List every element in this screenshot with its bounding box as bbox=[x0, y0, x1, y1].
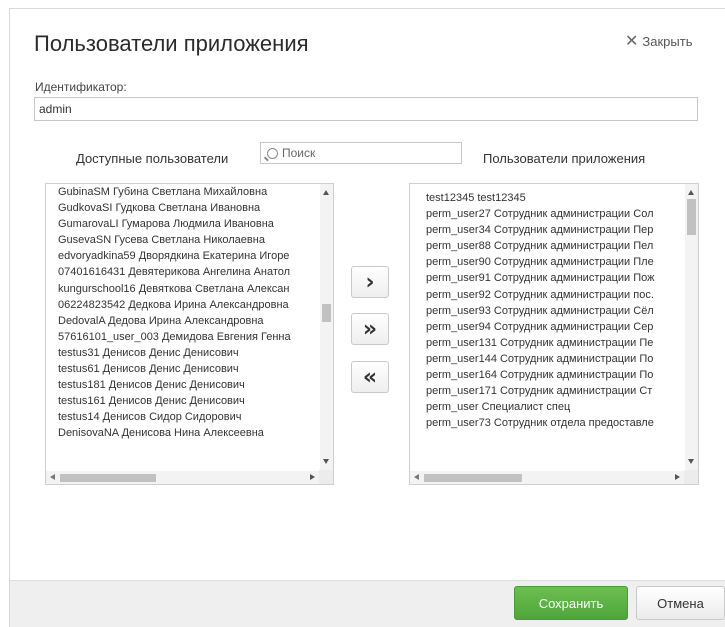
list-item[interactable]: test12345 test12345 bbox=[426, 190, 684, 206]
list-item[interactable]: perm_user90 Сотрудник администрации Пле bbox=[426, 254, 684, 270]
list-item[interactable]: testus181 Денисов Денис Денисович bbox=[58, 377, 319, 393]
remove-all-button[interactable]: « bbox=[351, 361, 389, 393]
available-users-items: GubinaSM Губина Светлана Михайловна Gudk… bbox=[58, 184, 319, 470]
scroll-up-icon[interactable] bbox=[688, 190, 694, 195]
add-selected-button[interactable]: › bbox=[351, 266, 389, 298]
available-users-heading: Доступные пользователи bbox=[76, 151, 229, 166]
scroll-down-icon[interactable] bbox=[323, 459, 329, 464]
scroll-thumb[interactable] bbox=[424, 474, 522, 482]
list-item[interactable]: perm_user171 Сотрудник администрации Ст bbox=[426, 383, 684, 399]
scroll-corner bbox=[684, 470, 698, 484]
list-item[interactable]: perm_user Специалист спец bbox=[426, 399, 684, 415]
identifier-field[interactable] bbox=[34, 97, 698, 121]
list-item[interactable]: 57616101_user_003 Демидова Евгения Генна bbox=[58, 329, 319, 345]
search-input[interactable] bbox=[282, 146, 452, 160]
list-item[interactable]: perm_user91 Сотрудник администрации Пож bbox=[426, 270, 684, 286]
list-item[interactable]: edvoryadkina59 Дворядкина Екатерина Игор… bbox=[58, 248, 319, 264]
list-item[interactable]: perm_user34 Сотрудник администрации Пер bbox=[426, 222, 684, 238]
list-item[interactable]: perm_user93 Сотрудник администрации Сёл bbox=[426, 303, 684, 319]
chevron-right-icon: › bbox=[365, 269, 375, 295]
list-item[interactable]: 07401616431 Девятерикова Ангелина Анатол bbox=[58, 264, 319, 280]
scroll-thumb[interactable] bbox=[60, 474, 156, 482]
app-users-list[interactable]: test12345 test12345 perm_user27 Сотрудни… bbox=[409, 183, 699, 485]
app-users-items: test12345 test12345 perm_user27 Сотрудни… bbox=[426, 190, 684, 470]
scroll-thumb[interactable] bbox=[687, 199, 696, 235]
close-button[interactable]: ✕ Закрыть bbox=[625, 32, 693, 50]
list-item[interactable]: DedovalA Дедова Ирина Александровна bbox=[58, 313, 319, 329]
double-chevron-right-icon: » bbox=[362, 316, 378, 342]
list-item[interactable]: testus61 Денисов Денис Денисович bbox=[58, 361, 319, 377]
list-item[interactable]: DenisovaNA Денисова Нина Алексеевна bbox=[58, 425, 319, 441]
list-item[interactable]: perm_user73 Сотрудник отдела предоставле bbox=[426, 415, 684, 431]
available-users-list[interactable]: GubinaSM Губина Светлана Михайловна Gudk… bbox=[45, 183, 334, 485]
add-all-button[interactable]: » bbox=[351, 313, 389, 345]
search-icon bbox=[267, 147, 278, 159]
list-item[interactable]: testus161 Денисов Денис Денисович bbox=[58, 393, 319, 409]
list-item[interactable]: testus31 Денисов Денис Денисович bbox=[58, 345, 319, 361]
list-item[interactable]: perm_user92 Сотрудник администрации пос. bbox=[426, 287, 684, 303]
list-item[interactable]: GudkovaSI Гудкова Светлана Ивановна bbox=[58, 200, 319, 216]
scroll-right-icon[interactable] bbox=[310, 474, 315, 480]
scroll-down-icon[interactable] bbox=[688, 459, 694, 464]
list-item[interactable]: GumarovaLI Гумарова Людмила Ивановна bbox=[58, 216, 319, 232]
scroll-left-icon[interactable] bbox=[50, 474, 55, 480]
horizontal-scrollbar[interactable] bbox=[410, 471, 684, 484]
scroll-up-icon[interactable] bbox=[323, 190, 329, 195]
scroll-corner bbox=[319, 470, 333, 484]
list-item[interactable]: kungurschool16 Девяткова Светлана Алекса… bbox=[58, 281, 319, 297]
cancel-button[interactable]: Отмена bbox=[636, 586, 725, 620]
list-item[interactable]: GubinaSM Губина Светлана Михайловна bbox=[58, 184, 319, 200]
scroll-left-icon[interactable] bbox=[414, 474, 419, 480]
list-item[interactable]: perm_user164 Сотрудник администрации По bbox=[426, 367, 684, 383]
list-item[interactable]: perm_user88 Сотрудник администрации Пел bbox=[426, 238, 684, 254]
close-icon: ✕ bbox=[625, 32, 639, 50]
list-item[interactable]: GusevaSN Гусева Светлана Николаевна bbox=[58, 232, 319, 248]
vertical-scrollbar[interactable] bbox=[685, 184, 698, 470]
double-chevron-left-icon: « bbox=[362, 364, 378, 390]
app-users-heading: Пользователи приложения bbox=[483, 151, 646, 166]
dialog-title: Пользователи приложения bbox=[34, 31, 309, 56]
identifier-label: Идентификатор: bbox=[35, 80, 127, 94]
close-label: Закрыть bbox=[642, 34, 693, 49]
save-button[interactable]: Сохранить bbox=[514, 586, 628, 620]
scroll-right-icon[interactable] bbox=[675, 474, 680, 480]
list-item[interactable]: perm_user144 Сотрудник администрации По bbox=[426, 351, 684, 367]
search-box[interactable] bbox=[260, 142, 462, 164]
list-item[interactable]: perm_user94 Сотрудник администрации Сер bbox=[426, 319, 684, 335]
list-item[interactable]: testus14 Денисов Сидор Сидорович bbox=[58, 409, 319, 425]
list-item[interactable]: perm_user131 Сотрудник администрации Пе bbox=[426, 335, 684, 351]
scroll-thumb[interactable] bbox=[322, 304, 331, 322]
vertical-scrollbar[interactable] bbox=[320, 184, 333, 470]
list-item[interactable]: 06224823542 Дедкова Ирина Александровна bbox=[58, 297, 319, 313]
list-item[interactable]: perm_user27 Сотрудник администрации Сол bbox=[426, 206, 684, 222]
horizontal-scrollbar[interactable] bbox=[46, 471, 319, 484]
